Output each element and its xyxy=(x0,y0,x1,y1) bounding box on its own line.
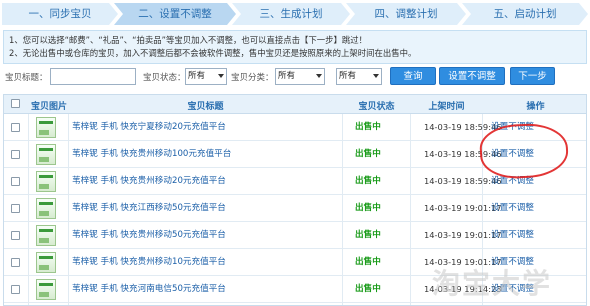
status-filter-select[interactable]: 所有 xyxy=(185,68,227,85)
item-status: 出售中 xyxy=(355,122,381,132)
category-filter-label: 宝贝分类： xyxy=(231,73,274,83)
watermark-logo: 淘宝大学 xyxy=(432,267,553,300)
item-title-link[interactable]: 苇梓铌 手机 快充江西移动50元充值平台 xyxy=(72,195,226,222)
row-checkbox[interactable] xyxy=(11,204,20,213)
secondary-filter-select[interactable]: 所有 xyxy=(336,68,382,85)
set-no-adjust-button[interactable]: 设置不调整 xyxy=(439,67,505,85)
item-title-link[interactable]: 苇梓铌 手机 快充贵州移动50元充值平台 xyxy=(72,222,226,249)
query-button[interactable]: 查询 xyxy=(390,67,436,85)
step-start-plan[interactable]: 五、启动计划 xyxy=(462,3,588,25)
status-filter-label: 宝贝状态： xyxy=(143,73,186,83)
filter-bar: 宝贝标题： 宝贝状态： 所有 宝贝分类： 所有 所有 查询 设置不调整 下一步 xyxy=(3,67,587,87)
item-status: 出售中 xyxy=(355,149,381,159)
col-op-header: 操作 xyxy=(526,102,545,112)
item-title-link[interactable]: 苇梓铌 手机 快充河南电信50元充值平台 xyxy=(72,276,226,303)
item-status: 出售中 xyxy=(355,230,381,240)
row-checkbox[interactable] xyxy=(11,258,20,267)
secondary-filter-value: 所有 xyxy=(339,71,357,81)
step-progress-bar: 一、同步宝贝 二、设置不调整 三、生成计划 四、调整计划 五、启动计划 xyxy=(2,3,588,25)
item-thumbnail[interactable] xyxy=(36,144,56,165)
notice-box: 1、您可以选择“邮费”、“礼品”、“拍卖品”等宝贝加入不调整，也可以直接点击【下… xyxy=(3,30,587,64)
item-list-time: 14-03-19 18:59:46 xyxy=(424,176,502,186)
select-all-checkbox[interactable] xyxy=(11,99,20,108)
row-checkbox[interactable] xyxy=(11,231,20,240)
item-title-link[interactable]: 苇梓铌 手机 快充宁夏移动20元充值平台 xyxy=(72,114,226,141)
set-no-adjust-link[interactable]: 设置不调整 xyxy=(491,222,534,249)
item-title-link[interactable]: 苇梓铌 手机 快充贵州移动10元充值平台 xyxy=(72,249,226,276)
notice-line-2: 2、无论出售中或仓库的宝贝，加入不调整后都不会被软件调整，售中宝贝还是按照原来的… xyxy=(9,48,417,58)
category-filter-select[interactable]: 所有 xyxy=(275,68,325,85)
item-list-time: 14-03-19 19:01:17 xyxy=(424,230,502,240)
col-image-header: 宝贝图片 xyxy=(30,102,67,112)
page: 一、同步宝贝 二、设置不调整 三、生成计划 四、调整计划 五、启动计划 1、您可… xyxy=(0,0,590,306)
col-title-header: 宝贝标题 xyxy=(187,102,224,112)
next-step-button[interactable]: 下一步 xyxy=(510,67,555,85)
status-filter-value: 所有 xyxy=(188,71,206,81)
col-status-header: 宝贝状态 xyxy=(358,102,395,112)
step-sync-items[interactable]: 一、同步宝贝 xyxy=(2,3,118,25)
set-no-adjust-link[interactable]: 设置不调整 xyxy=(491,195,534,222)
row-checkbox[interactable] xyxy=(11,285,20,294)
item-thumbnail[interactable] xyxy=(36,117,56,138)
category-filter-value: 所有 xyxy=(278,71,296,81)
item-thumbnail[interactable] xyxy=(36,252,56,273)
chevron-down-icon xyxy=(316,74,322,78)
item-status: 出售中 xyxy=(355,257,381,267)
chevron-down-icon xyxy=(218,74,224,78)
notice-line-1: 1、您可以选择“邮费”、“礼品”、“拍卖品”等宝贝加入不调整，也可以直接点击【下… xyxy=(9,35,367,45)
title-filter-label: 宝贝标题： xyxy=(5,73,48,83)
title-filter-input[interactable] xyxy=(50,68,136,85)
table-header: 宝贝图片 宝贝标题 宝贝状态 上架时间 操作 xyxy=(4,95,586,114)
row-checkbox[interactable] xyxy=(11,150,20,159)
item-status: 出售中 xyxy=(355,284,381,294)
item-thumbnail[interactable] xyxy=(36,279,56,300)
item-title-link[interactable]: 苇梓铌 手机 快充贵州移动20元充值平台 xyxy=(72,168,226,195)
item-thumbnail[interactable] xyxy=(36,171,56,192)
item-thumbnail[interactable] xyxy=(36,225,56,246)
item-status: 出售中 xyxy=(355,203,381,213)
item-status: 出售中 xyxy=(355,176,381,186)
step-adjust-plan[interactable]: 四、调整计划 xyxy=(346,3,466,25)
row-checkbox[interactable] xyxy=(11,123,20,132)
step-generate-plan[interactable]: 三、生成计划 xyxy=(232,3,350,25)
step-set-no-adjust[interactable]: 二、设置不调整 xyxy=(114,3,236,25)
table-row: 苇梓铌 手机 快充江西移动50元充值平台 出售中 14-03-19 19:01:… xyxy=(4,195,586,222)
col-time-header: 上架时间 xyxy=(428,102,465,112)
item-thumbnail[interactable] xyxy=(36,198,56,219)
chevron-down-icon xyxy=(373,74,379,78)
table-row: 苇梓铌 手机 快充贵州移动50元充值平台 出售中 14-03-19 19:01:… xyxy=(4,222,586,249)
item-list-time: 14-03-19 19:01:17 xyxy=(424,203,502,213)
row-checkbox[interactable] xyxy=(11,177,20,186)
item-title-link[interactable]: 苇梓铌 手机 快充贵州移动100元充值平台 xyxy=(72,141,231,168)
